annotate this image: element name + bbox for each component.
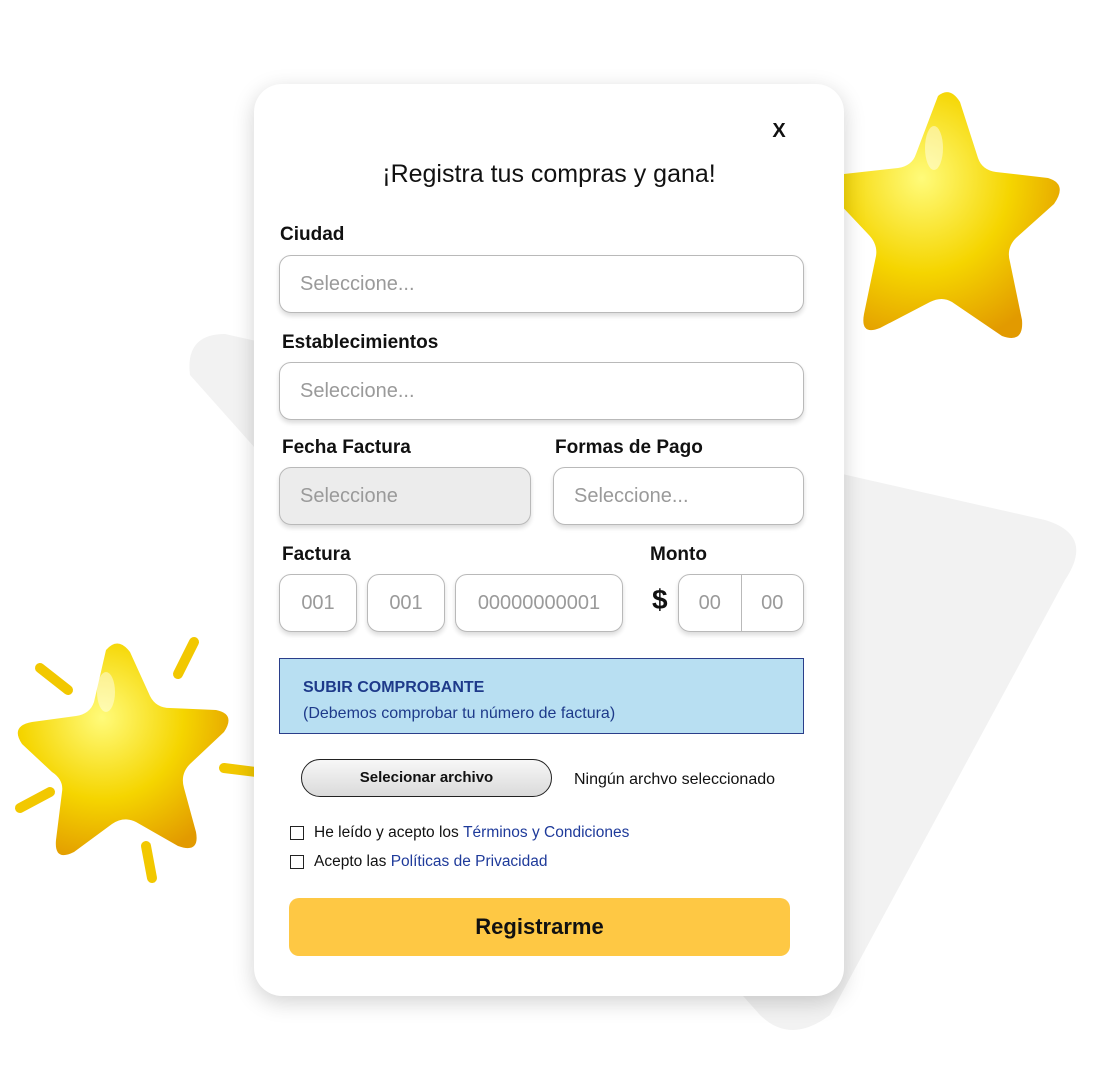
establecimientos-label: Establecimientos <box>282 332 439 353</box>
monto-integer-input[interactable]: 00 <box>679 575 741 631</box>
factura-label: Factura <box>282 544 351 565</box>
privacy-checkbox[interactable] <box>290 855 304 869</box>
formas-pago-select[interactable]: Seleccione... <box>553 467 804 525</box>
factura-part1-input[interactable]: 001 <box>279 574 357 632</box>
terms-text: He leído y acepto los <box>314 824 464 841</box>
privacy-link[interactable]: Políticas de Privacidad <box>391 853 548 871</box>
fecha-factura-field[interactable]: Seleccione <box>279 467 531 525</box>
monto-cents-input[interactable]: 00 <box>742 575 804 631</box>
establecimientos-select[interactable]: Seleccione... <box>279 362 804 420</box>
upload-title: SUBIR COMPROBANTE <box>303 679 485 696</box>
close-button[interactable]: X <box>766 118 792 144</box>
privacy-text: Acepto las <box>314 853 391 870</box>
formas-pago-label: Formas de Pago <box>555 437 703 458</box>
select-file-button[interactable]: Selecionar archivo <box>301 759 552 797</box>
register-button[interactable]: Registrarme <box>289 898 790 956</box>
page-title: ¡Registra tus compras y gana! <box>382 160 716 188</box>
star-icon <box>15 637 261 883</box>
currency-symbol: $ <box>652 584 668 615</box>
privacy-row: Acepto las Políticas de Privacidad <box>290 853 548 871</box>
monto-label: Monto <box>650 544 707 565</box>
terms-link[interactable]: Términos y Condiciones <box>463 824 629 842</box>
factura-number-input[interactable]: 00000000001 <box>455 574 623 632</box>
monto-input-group: 00 00 <box>678 574 804 632</box>
upload-subtitle: (Debemos comprobar tu número de factura) <box>303 705 616 722</box>
fecha-factura-label: Fecha Factura <box>282 437 411 458</box>
ciudad-select[interactable]: Seleccione... <box>279 255 804 313</box>
upload-info-box: SUBIR COMPROBANTE (Debemos comprobar tu … <box>279 658 804 734</box>
factura-part2-input[interactable]: 001 <box>367 574 445 632</box>
star-icon <box>829 92 1060 339</box>
terms-checkbox[interactable] <box>290 826 304 840</box>
ciudad-label: Ciudad <box>280 224 345 245</box>
terms-row: He leído y acepto los Términos y Condici… <box>290 824 629 842</box>
registration-card: X ¡Registra tus compras y gana! Ciudad S… <box>254 84 844 996</box>
file-status-text: Ningún archvo seleccionado <box>574 771 776 788</box>
